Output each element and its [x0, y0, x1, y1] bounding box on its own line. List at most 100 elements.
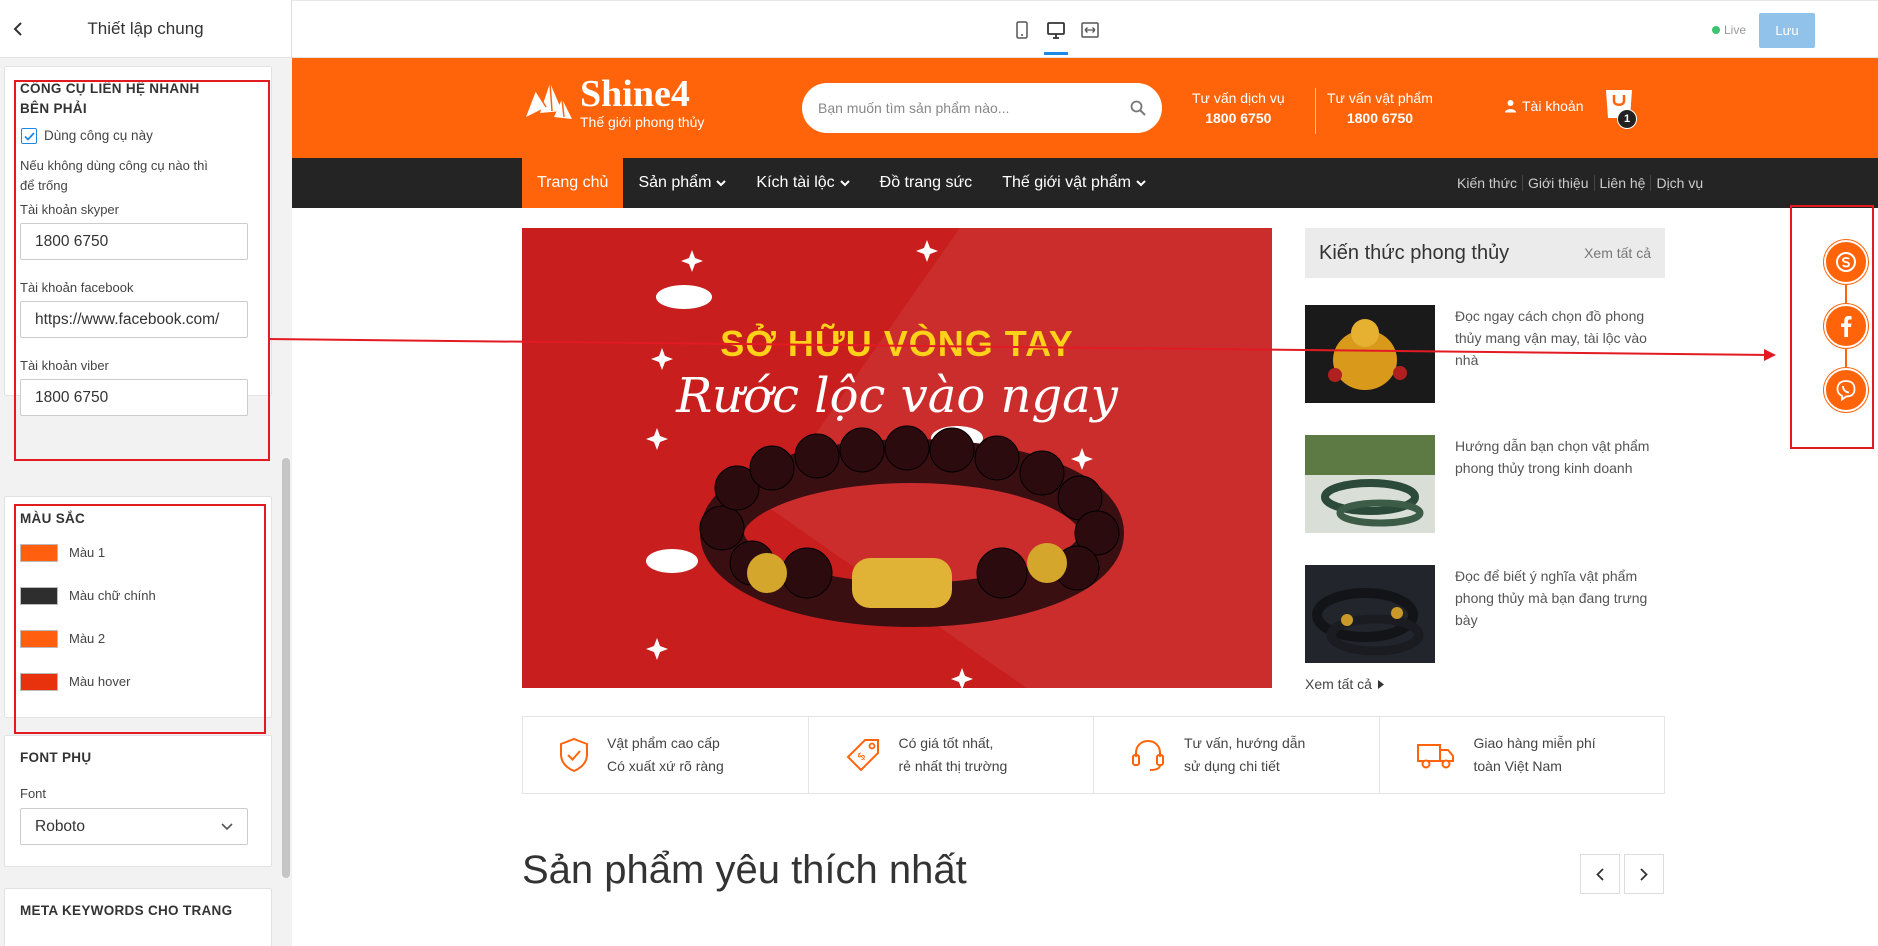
viber-field[interactable]: 1800 6750 — [20, 379, 248, 416]
knowledge-widget: Kiến thức phong thủy Xem tất cả Đọc ngay… — [1305, 228, 1665, 692]
nav-item-products[interactable]: Sản phẩm — [623, 158, 741, 208]
nav-secondary-item[interactable]: Kiến thức — [1452, 175, 1522, 191]
nav-secondary-item[interactable]: Dịch vụ — [1650, 175, 1708, 191]
crystal-logo-icon — [526, 82, 572, 119]
chevron-down-icon — [716, 179, 727, 186]
price-tag-icon: $ — [846, 739, 879, 772]
check-icon — [23, 131, 35, 141]
floating-viber-button[interactable] — [1824, 368, 1868, 412]
device-switcher — [1012, 19, 1100, 55]
color-row-1[interactable]: Màu 1 — [20, 543, 105, 563]
banner-decorations — [646, 240, 1124, 688]
font-select[interactable]: Roboto — [20, 808, 248, 845]
knowledge-more-link[interactable]: Xem tất cả — [1305, 676, 1384, 692]
carousel-next-button[interactable] — [1624, 854, 1664, 894]
quick-contact-card: CÔNG CỤ LIÊN HỆ NHANH BÊN PHẢI Dùng công… — [4, 66, 272, 416]
meta-title: META KEYWORDS CHO TRANG — [20, 903, 233, 918]
live-status: Live — [1712, 23, 1746, 37]
chevron-left-icon — [1596, 867, 1604, 881]
feature-line2: Có xuất xứ rõ ràng — [607, 758, 724, 774]
feature-line1: Giao hàng miễn phí — [1473, 735, 1596, 751]
feature-item: Giao hàng miễn phí toàn Việt Nam — [1378, 717, 1665, 793]
headset-icon — [1132, 739, 1164, 771]
feature-item: Tư vấn, hướng dẫn sử dụng chi tiết — [1093, 717, 1379, 793]
knowledge-item-text: Đọc ngay cách chọn đồ phong thủy mang vậ… — [1455, 308, 1647, 368]
nav-secondary: Kiến thức Giới thiệu Liên hệ Dịch vụ — [1452, 158, 1708, 208]
article-thumbnail — [1305, 565, 1435, 663]
knowledge-view-all[interactable]: Xem tất cả — [1584, 245, 1651, 261]
nav-secondary-item[interactable]: Liên hệ — [1593, 175, 1651, 191]
mobile-view-button[interactable] — [1012, 19, 1032, 41]
theme-editor: Thiết lập chung CÔNG CỤ LIÊN HỆ NHANH BÊ… — [0, 0, 1878, 946]
carousel-prev-button[interactable] — [1580, 854, 1620, 894]
site-search[interactable]: Bạn muốn tìm sản phẩm nào... — [802, 83, 1162, 133]
site-header: Shine4 Thế giới phong thủy Bạn muốn tìm … — [292, 58, 1878, 158]
hotline-label: Tư vấn dịch vụ — [1192, 90, 1285, 106]
site-preview: Shine4 Thế giới phong thủy Bạn muốn tìm … — [292, 58, 1878, 946]
nav-label: Kích tài lộc — [756, 174, 835, 191]
hero-banner[interactable]: SỞ HỮU VÒNG TAY Rước lộc vào ngay — [522, 228, 1272, 688]
knowledge-item[interactable]: Đọc để biết ý nghĩa vật phẩm phong thủy … — [1305, 565, 1665, 665]
editor-topbar: Live Lưu — [292, 0, 1878, 58]
chevron-down-icon — [1136, 179, 1146, 186]
floating-facebook-button[interactable] — [1824, 304, 1868, 348]
floating-skype-button[interactable] — [1824, 240, 1868, 284]
enable-quick-contact[interactable]: Dùng công cụ này — [21, 126, 153, 146]
hotline-service[interactable]: Tư vấn dịch vụ 1800 6750 — [1192, 88, 1285, 128]
hotline-phone: 1800 6750 — [1205, 110, 1272, 126]
color-swatch[interactable] — [20, 587, 58, 605]
banner-script-text: Rước lộc vào ngay — [676, 368, 1118, 424]
color-label: Màu 1 — [69, 545, 106, 560]
viber-label: Tài khoản viber — [20, 358, 109, 373]
cart-count-badge: 1 — [1617, 109, 1637, 129]
knowledge-title: Kiến thức phong thủy — [1319, 241, 1510, 264]
main-nav: Trang chủ Sản phẩm Kích tài lộc Đồ trang… — [292, 158, 1878, 208]
search-placeholder: Bạn muốn tìm sản phẩm nào... — [818, 100, 1010, 116]
font-card: FONT PHỤ Font Roboto — [4, 735, 272, 867]
facebook-field[interactable]: https://www.facebook.com/ — [20, 301, 248, 338]
color-row-3[interactable]: Màu 2 — [20, 629, 105, 649]
cart-button[interactable]: 1 — [1604, 86, 1637, 129]
features-strip: Vật phẩm cao cấp Có xuất xứ rõ ràng $ Có … — [522, 716, 1665, 794]
knowledge-item[interactable]: Hướng dẫn bạn chọn vật phẩm phong thủy t… — [1305, 435, 1665, 535]
nav-item-jewelry[interactable]: Đồ trang sức — [865, 158, 988, 208]
search-icon[interactable] — [1130, 100, 1146, 116]
site-logo[interactable]: Shine4 Thế giới phong thủy — [522, 75, 704, 130]
truck-icon — [1416, 744, 1454, 769]
skype-field[interactable]: 1800 6750 — [20, 223, 248, 260]
quick-contact-title: CÔNG CỤ LIÊN HỆ NHANH BÊN PHẢI — [20, 81, 200, 116]
facebook-icon — [1841, 316, 1852, 337]
nav-item-home[interactable]: Trang chủ — [522, 158, 624, 208]
desktop-icon — [1047, 21, 1065, 39]
enable-label: Dùng công cụ này — [44, 128, 153, 143]
knowledge-item-text: Đọc để biết ý nghĩa vật phẩm phong thủy … — [1455, 568, 1648, 628]
chevron-right-icon — [1640, 867, 1648, 881]
viber-icon — [1836, 380, 1856, 401]
sidebar-title: Thiết lập chung — [87, 18, 204, 38]
meta-card: META KEYWORDS CHO TRANG — [4, 888, 272, 946]
desktop-view-button[interactable] — [1044, 19, 1068, 55]
color-row-4[interactable]: Màu hover — [20, 672, 130, 692]
nav-secondary-item[interactable]: Giới thiệu — [1521, 175, 1594, 191]
chevron-left-icon — [13, 22, 22, 36]
carousel-controls — [1580, 854, 1664, 894]
color-row-2[interactable]: Màu chữ chính — [20, 586, 156, 606]
knowledge-item[interactable]: Đọc ngay cách chọn đồ phong thủy mang vậ… — [1305, 305, 1665, 405]
back-button[interactable] — [8, 19, 28, 39]
feature-line2: toàn Việt Nam — [1473, 758, 1562, 774]
color-swatch[interactable] — [20, 630, 58, 648]
colors-title: MÀU SẮC — [20, 511, 86, 526]
article-thumbnail — [1305, 305, 1435, 403]
fullwidth-view-button[interactable] — [1080, 19, 1100, 41]
nav-item-world[interactable]: Thế giới vật phẩm — [987, 158, 1161, 208]
hotline-label: Tư vấn vật phẩm — [1327, 90, 1433, 106]
color-swatch[interactable] — [20, 673, 58, 691]
save-button[interactable]: Lưu — [1759, 13, 1815, 48]
hotline-products[interactable]: Tư vấn vật phẩm 1800 6750 — [1327, 88, 1433, 128]
enable-checkbox[interactable] — [21, 128, 37, 144]
sidebar-scrollbar[interactable] — [282, 458, 290, 878]
color-swatch[interactable] — [20, 544, 58, 562]
account-link[interactable]: Tài khoản — [1504, 98, 1583, 114]
nav-item-luck[interactable]: Kích tài lộc — [741, 158, 864, 208]
user-icon — [1505, 100, 1516, 113]
